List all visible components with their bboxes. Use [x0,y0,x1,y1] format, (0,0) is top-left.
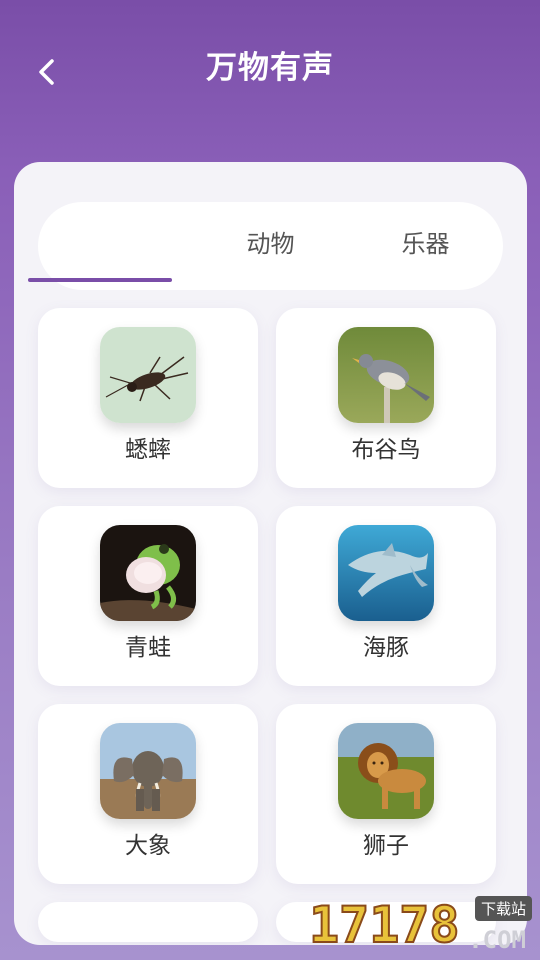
sound-card-label: 大象 [125,833,171,859]
sound-card-cuckoo[interactable]: 布谷鸟 [276,308,496,488]
cuckoo-image [338,327,434,423]
frog-image [100,525,196,621]
sound-card-label: 狮子 [363,833,409,859]
watermark-badge: 下载站 [474,896,532,921]
sound-card-frog[interactable]: 青蛙 [38,506,258,686]
site-watermark: 17178 下载站 .COM [308,895,534,956]
sound-card-lion[interactable]: 狮子 [276,704,496,884]
sound-card-label: 布谷鸟 [351,437,421,463]
active-tab-indicator [28,278,172,282]
watermark-number: 17178 [308,895,461,955]
category-tabs: 全部 动物 乐器 [38,202,503,290]
sound-card-partial[interactable] [38,902,258,942]
page-title: 万物有声 [206,50,334,86]
watermark-suffix: .COM [468,926,526,954]
sound-card-elephant[interactable]: 大象 [38,704,258,884]
tab-instruments[interactable]: 乐器 [348,202,503,290]
lion-image [338,723,434,819]
sound-card-dolphin[interactable]: 海豚 [276,506,496,686]
dolphin-image [338,525,434,621]
elephant-image [100,723,196,819]
tab-all[interactable]: 全部 [38,202,193,290]
content-panel: 全部 动物 乐器 蟋蟀 布谷鸟 青蛙 海豚 大象 狮子 [14,162,527,945]
tab-animals[interactable]: 动物 [193,202,348,290]
header-bar: 万物有声 [0,0,540,140]
sound-card-cricket[interactable]: 蟋蟀 [38,308,258,488]
sound-card-label: 蟋蟀 [125,437,171,463]
sound-card-label: 青蛙 [125,635,171,661]
cricket-image [100,327,196,423]
sound-card-label: 海豚 [363,635,409,661]
